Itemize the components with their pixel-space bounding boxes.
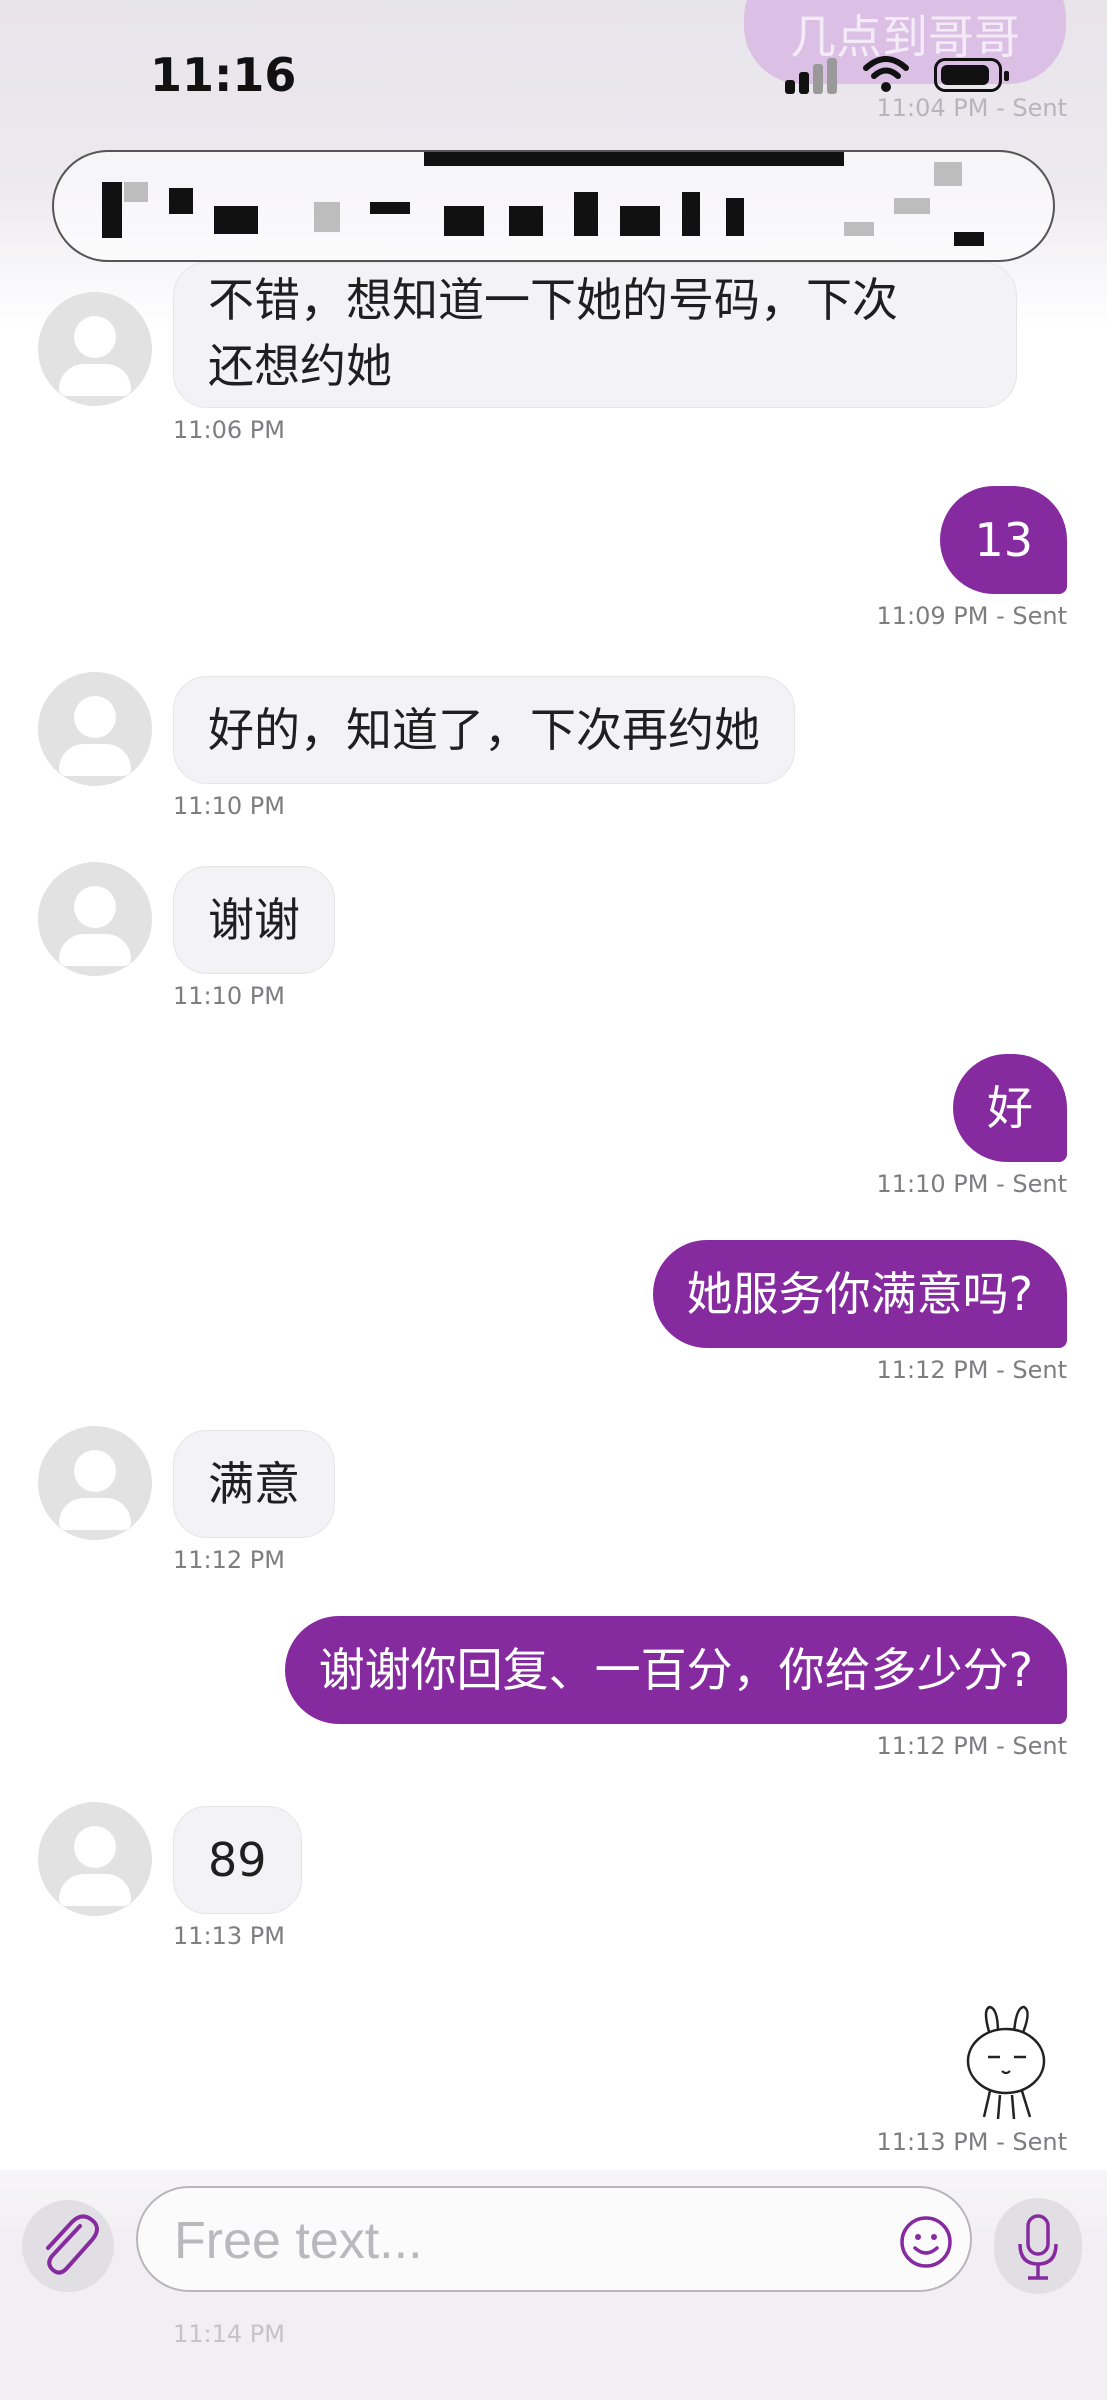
message-timestamp: 11:10 PM <box>173 792 285 820</box>
attach-button[interactable] <box>22 2200 114 2292</box>
incoming-message-bubble[interactable]: 89 <box>173 1806 302 1914</box>
message-timestamp: 11:14 PM <box>173 2320 285 2348</box>
rabbit-sticker[interactable] <box>960 2005 1052 2125</box>
message-text: 谢谢你回复、一百分，你给多少分? <box>318 1643 1033 1697</box>
incoming-message-bubble[interactable]: 不错，想知道一下她的号码，下次 还想约她 <box>173 262 1017 408</box>
contact-name-header[interactable] <box>52 150 1055 262</box>
contact-avatar[interactable] <box>38 672 152 786</box>
message-text: 89 <box>208 1833 267 1887</box>
contact-avatar[interactable] <box>38 1426 152 1540</box>
outgoing-message-bubble[interactable]: 谢谢你回复、一百分，你给多少分? <box>284 1616 1067 1724</box>
message-timestamp: 11:12 PM - Sent <box>876 1732 1067 1760</box>
paperclip-icon <box>46 2214 99 2275</box>
message-timestamp: 11:10 PM <box>173 982 285 1010</box>
battery-icon <box>934 58 1009 92</box>
signal-icon <box>785 58 841 94</box>
contact-avatar[interactable] <box>38 1802 152 1916</box>
wifi-icon <box>863 56 909 92</box>
contact-avatar[interactable] <box>38 292 152 406</box>
microphone-icon <box>1018 2214 1058 2280</box>
contact-avatar[interactable] <box>38 862 152 976</box>
outgoing-message-bubble[interactable]: 13 <box>940 486 1067 594</box>
status-time: 11:16 <box>150 48 297 102</box>
message-text: 不错，想知道一下她的号码，下次 <box>208 273 898 327</box>
message-timestamp: 11:13 PM <box>173 1922 285 1950</box>
smiley-icon[interactable] <box>898 2214 954 2270</box>
message-timestamp: 11:10 PM - Sent <box>876 1170 1067 1198</box>
message-timestamp: 11:12 PM - Sent <box>876 1356 1067 1384</box>
message-timestamp: 11:09 PM - Sent <box>876 602 1067 630</box>
message-text: 还想约她 <box>208 339 392 393</box>
message-text: 13 <box>974 513 1033 567</box>
message-text: 好的，知道了，下次再约她 <box>208 703 760 757</box>
message-text: 谢谢 <box>208 893 300 947</box>
message-timestamp: 11:12 PM <box>173 1546 285 1574</box>
message-input-container[interactable] <box>136 2186 972 2292</box>
prior-message-meta: 11:04 PM - Sent <box>876 94 1067 122</box>
message-text: 满意 <box>208 1457 300 1511</box>
voice-button[interactable] <box>994 2198 1082 2294</box>
message-text: 好 <box>987 1081 1033 1135</box>
incoming-message-bubble[interactable]: 满意 <box>173 1430 335 1538</box>
message-input[interactable] <box>172 2200 876 2282</box>
outgoing-message-bubble[interactable]: 她服务你满意吗? <box>652 1240 1067 1348</box>
message-timestamp: 11:13 PM - Sent <box>876 2128 1067 2156</box>
message-timestamp: 11:06 PM <box>173 416 285 444</box>
incoming-message-bubble[interactable]: 好的，知道了，下次再约她 <box>173 676 795 784</box>
incoming-message-bubble[interactable]: 谢谢 <box>173 866 335 974</box>
message-text: 她服务你满意吗? <box>686 1267 1033 1321</box>
outgoing-message-bubble[interactable]: 好 <box>953 1054 1067 1162</box>
